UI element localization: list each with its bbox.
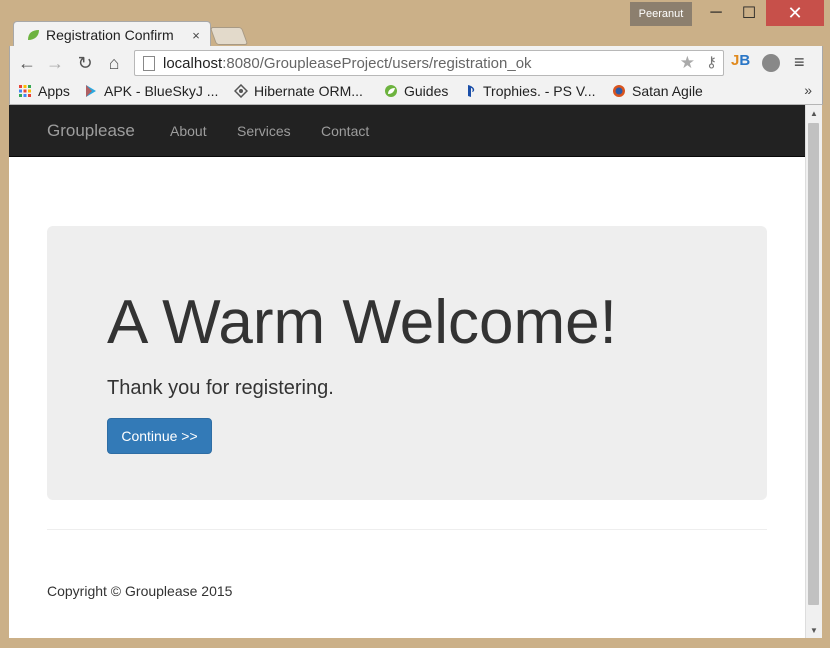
tab-close-icon[interactable]: × <box>188 28 204 43</box>
url-host: localhost <box>163 54 223 72</box>
browser-window: Peeranut ─ ☐ ✕ Registration Confirm × ← … <box>0 0 830 648</box>
tab-registration[interactable]: Registration Confirm × <box>13 21 211 48</box>
bookmark-label: Satan Agile <box>632 83 703 99</box>
divider <box>47 529 767 530</box>
bookmark-hibernate[interactable]: Hibernate ORM... <box>234 83 363 99</box>
page-icon <box>143 55 155 71</box>
spring-leaf-icon <box>385 85 397 97</box>
satan-agile-icon <box>613 85 625 97</box>
new-tab-button[interactable] <box>209 27 249 45</box>
nav-link-contact[interactable]: Contact <box>321 123 369 139</box>
bookmark-apps[interactable]: Apps <box>18 83 70 99</box>
close-window-button[interactable]: ✕ <box>766 0 824 26</box>
leaf-icon <box>28 30 39 40</box>
bookmark-label: Guides <box>404 83 449 99</box>
play-store-icon <box>86 85 96 97</box>
scroll-up-arrow-icon[interactable]: ▲ <box>806 105 822 121</box>
address-bar[interactable]: localhost :8080/GroupleaseProject/users/… <box>134 50 724 76</box>
reload-icon[interactable]: ↻ <box>74 52 96 74</box>
chrome-menu-icon[interactable]: ≡ <box>794 52 805 73</box>
scroll-thumb[interactable] <box>808 123 819 605</box>
ghostery-extension-icon[interactable] <box>762 54 780 72</box>
browser-toolbar: ← → ↻ ⌂ localhost :8080/GroupleaseProjec… <box>9 46 823 80</box>
maximize-button[interactable]: ☐ <box>732 0 766 26</box>
welcome-heading: A Warm Welcome! <box>107 288 617 357</box>
key-icon[interactable]: ⚷ <box>706 53 717 71</box>
playstation-icon <box>468 85 475 97</box>
page-viewport: Grouplease About Services Contact A Warm… <box>9 105 805 638</box>
bookmark-label: Trophies. - PS V... <box>483 83 596 99</box>
continue-button[interactable]: Continue >> <box>107 418 212 454</box>
bookmark-trophies[interactable]: Trophies. - PS V... <box>463 83 596 99</box>
jetbrains-extension-icon[interactable]: JB <box>731 52 755 74</box>
welcome-jumbotron: A Warm Welcome! Thank you for registerin… <box>47 226 767 500</box>
bookmarks-overflow-icon[interactable]: » <box>804 82 812 98</box>
bookmarks-bar: Apps APK - BlueSkyJ ... Hibernate ORM...… <box>9 80 823 105</box>
forward-icon[interactable]: → <box>44 52 66 74</box>
url-path: :8080/GroupleaseProject/users/registrati… <box>222 54 532 72</box>
bookmark-star-icon[interactable]: ★ <box>680 53 695 73</box>
nav-link-services[interactable]: Services <box>237 123 291 139</box>
apps-grid-icon <box>19 85 31 97</box>
hibernate-icon <box>234 84 248 98</box>
bookmark-label: Hibernate ORM... <box>254 83 363 99</box>
minimize-button[interactable]: ─ <box>700 0 732 26</box>
bookmark-apk[interactable]: APK - BlueSkyJ ... <box>84 83 218 99</box>
site-navbar: Grouplease About Services Contact <box>9 105 805 157</box>
home-icon[interactable]: ⌂ <box>103 52 125 74</box>
bookmark-guides[interactable]: Guides <box>384 83 448 99</box>
vertical-scrollbar[interactable]: ▲ ▼ <box>805 105 822 638</box>
back-icon[interactable]: ← <box>16 52 38 74</box>
welcome-message: Thank you for registering. <box>107 377 334 399</box>
tab-title: Registration Confirm <box>46 27 174 43</box>
bookmark-label: APK - BlueSkyJ ... <box>104 83 219 99</box>
jb-letter-b: B <box>739 52 751 69</box>
scroll-down-arrow-icon[interactable]: ▼ <box>806 622 822 638</box>
navbar-brand[interactable]: Grouplease <box>47 121 135 141</box>
footer-copyright: Copyright © Grouplease 2015 <box>47 583 233 599</box>
bookmark-satan-agile[interactable]: Satan Agile <box>612 83 703 99</box>
profile-badge[interactable]: Peeranut <box>630 2 692 26</box>
nav-link-about[interactable]: About <box>170 123 207 139</box>
bookmark-label: Apps <box>38 83 70 99</box>
